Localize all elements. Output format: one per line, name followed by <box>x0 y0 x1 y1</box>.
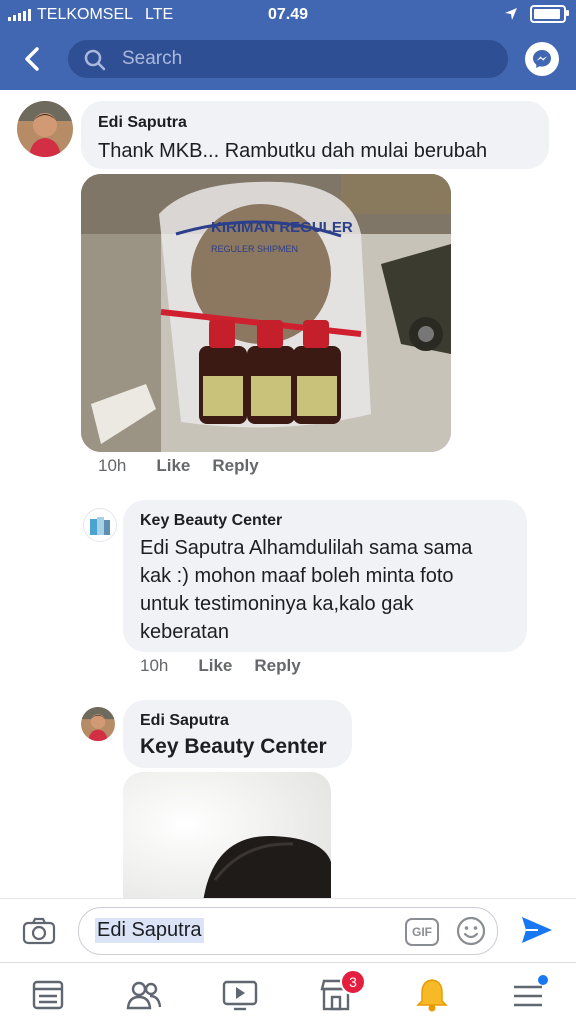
comment-bubble: Edi Saputra Thank MKB... Rambutku dah mu… <box>81 101 549 169</box>
like-button[interactable]: Like <box>198 656 232 676</box>
comment-author[interactable]: Key Beauty Center <box>140 512 282 530</box>
comment-photo[interactable]: KIRIMAN REGULER REGULER SHIPMEN <box>81 174 451 452</box>
search-icon <box>84 49 106 71</box>
comment-actions: 10h Like Reply <box>140 656 301 676</box>
comment-author[interactable]: Edi Saputra <box>140 712 229 730</box>
menu-notification-dot <box>538 975 548 985</box>
comment-time: 10h <box>140 656 169 675</box>
bell-icon[interactable] <box>412 975 452 1015</box>
package-label-sub: REGULER SHIPMEN <box>211 244 298 254</box>
top-navigation-bar: TELKOMSEL LTE 07.49 <box>0 0 576 90</box>
comment-input[interactable]: Edi Saputra GIF <box>78 907 498 955</box>
page-logo <box>90 517 110 535</box>
profile-photo <box>81 707 115 741</box>
notification-badge: 3 <box>340 969 366 995</box>
gif-button[interactable]: GIF <box>405 918 439 946</box>
send-icon[interactable] <box>520 915 554 945</box>
back-arrow-icon[interactable] <box>18 44 48 74</box>
avatar[interactable] <box>17 101 73 157</box>
avatar[interactable] <box>83 508 117 542</box>
comment-bubble: Key Beauty Center Edi Saputra Alhamdulil… <box>123 500 527 652</box>
watch-icon[interactable] <box>220 975 260 1015</box>
profile-photo <box>17 101 73 157</box>
comment-text-line: kak :) mohon maaf boleh minta foto <box>140 565 454 587</box>
status-bar: TELKOMSEL LTE 07.49 <box>0 0 576 30</box>
comment-photo[interactable] <box>123 772 331 902</box>
comment-author[interactable]: Edi Saputra <box>98 114 187 132</box>
comment-text-line: Edi Saputra Alhamdulilah sama sama <box>140 537 473 559</box>
reply-button[interactable]: Reply <box>212 456 258 476</box>
status-time: 07.49 <box>267 6 309 23</box>
comment-time: 10h <box>98 456 127 475</box>
news-feed-icon[interactable] <box>28 975 68 1015</box>
comment-mention[interactable]: Key Beauty Center <box>140 735 327 759</box>
comment-text: Thank MKB... Rambutku dah mulai berubah <box>98 140 488 162</box>
comment-text-line: keberatan <box>140 621 229 643</box>
package-label-main: KIRIMAN REGULER <box>211 219 353 236</box>
messenger-icon <box>533 50 551 68</box>
like-button[interactable]: Like <box>156 456 190 476</box>
hair-photo <box>123 772 331 902</box>
comment-composer: Edi Saputra GIF <box>0 898 576 963</box>
location-icon <box>505 8 517 20</box>
search-bar[interactable] <box>68 40 508 78</box>
product-package-photo: KIRIMAN REGULER REGULER SHIPMEN <box>81 174 451 452</box>
mention-tag: Edi Saputra <box>95 918 204 943</box>
camera-icon[interactable] <box>22 917 56 945</box>
comment-bubble: Edi Saputra Key Beauty Center <box>123 700 352 768</box>
battery-icon <box>530 5 569 23</box>
search-input[interactable] <box>122 40 492 78</box>
messenger-button[interactable] <box>525 42 559 76</box>
reply-button[interactable]: Reply <box>254 656 300 676</box>
comment-text-line: untuk testimoninya ka,kalo gak <box>140 593 414 615</box>
avatar[interactable] <box>81 707 115 741</box>
comment-actions: 10h Like Reply <box>98 456 259 476</box>
bottom-tab-bar: 3 <box>0 962 576 1025</box>
emoji-icon[interactable] <box>455 915 487 947</box>
friends-icon[interactable] <box>124 975 164 1015</box>
